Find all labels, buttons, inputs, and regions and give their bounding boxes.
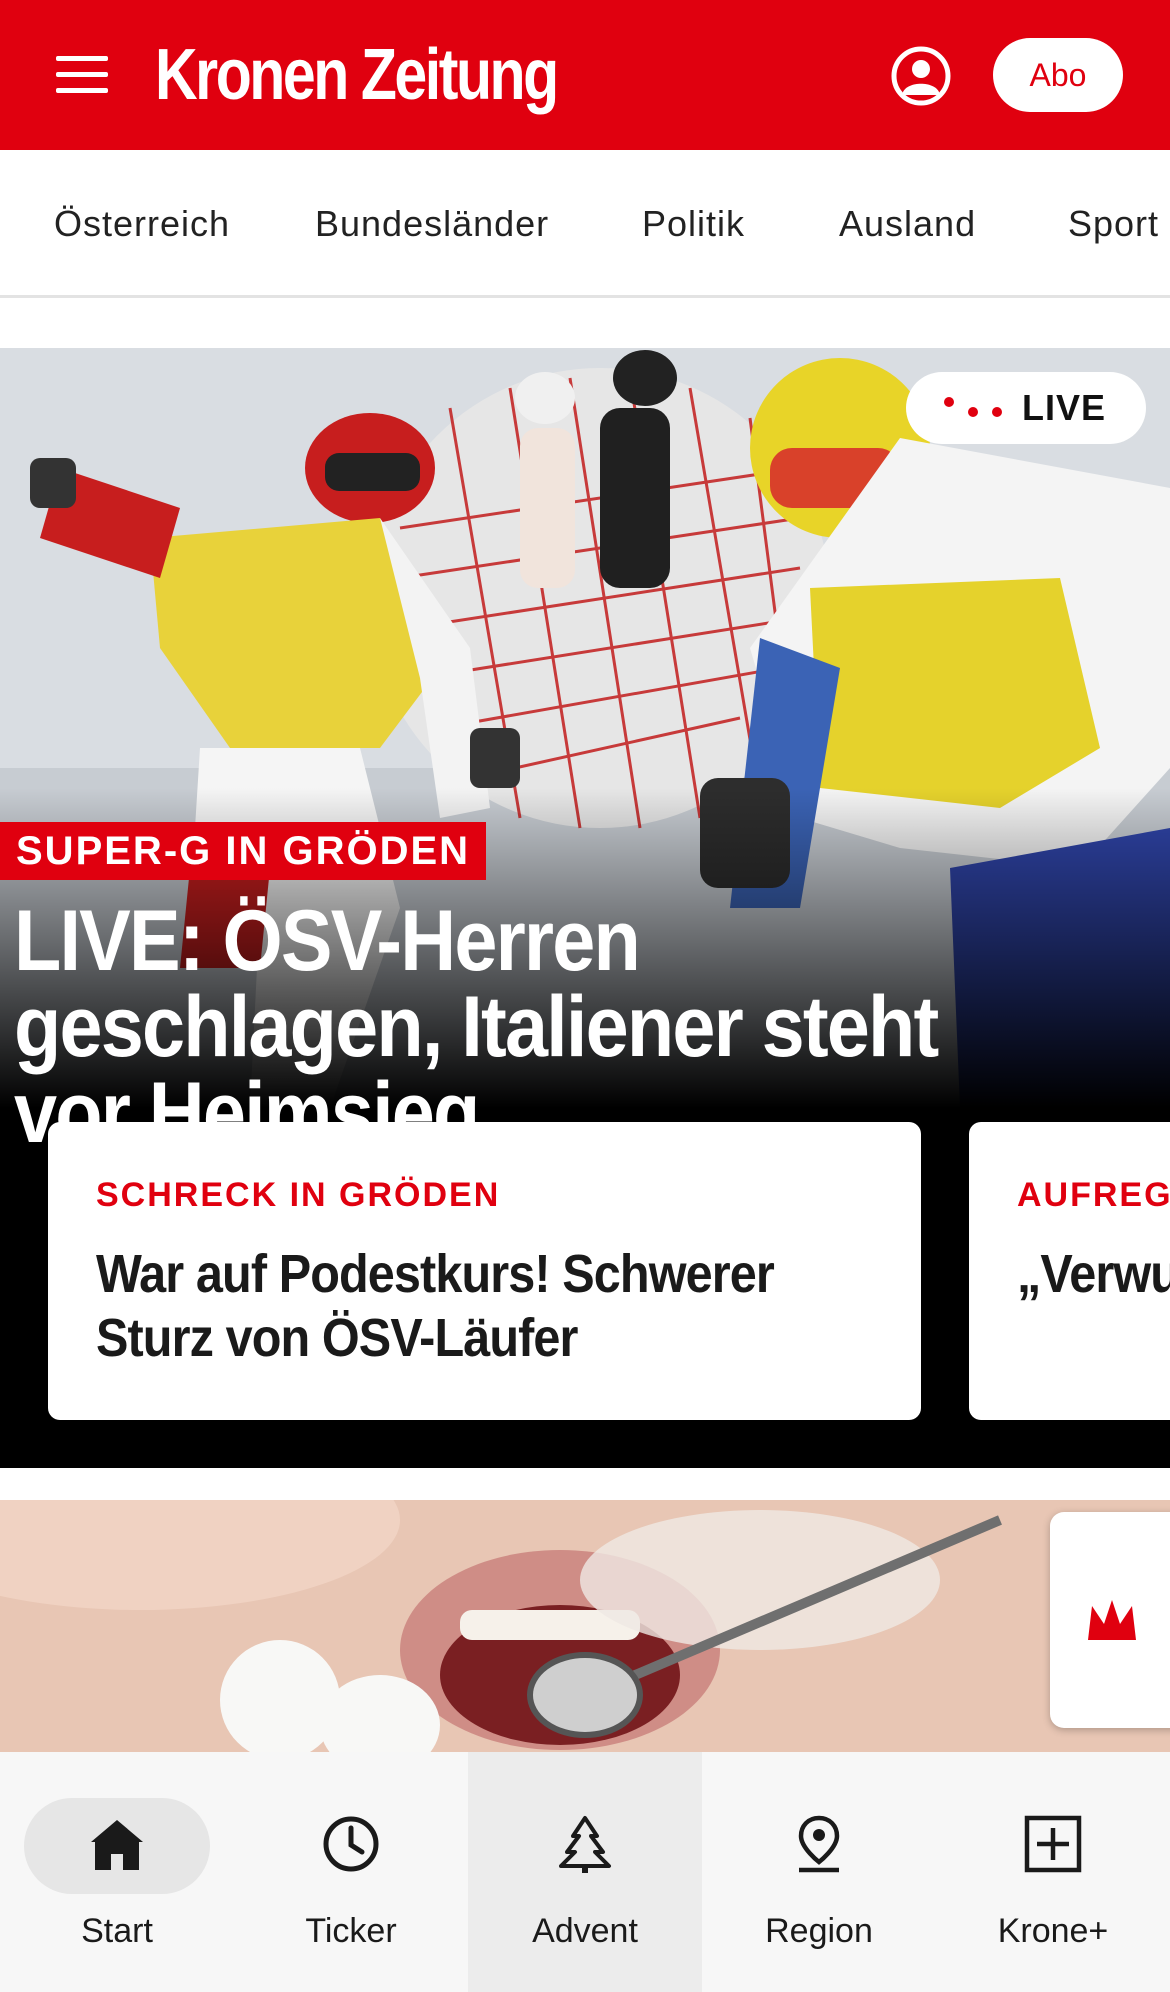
clock-icon xyxy=(323,1816,379,1872)
live-label: LIVE xyxy=(1022,387,1107,428)
nav-label: Start xyxy=(81,1912,153,1950)
user-icon xyxy=(891,46,951,106)
nav-ticker[interactable]: Ticker xyxy=(234,1752,468,1992)
category-oesterreich[interactable]: Österreich xyxy=(54,150,230,295)
category-politik[interactable]: Politik xyxy=(642,150,745,295)
app-header: Kronen Zeitung Abo xyxy=(0,0,1170,150)
card-kicker: SCHRECK IN GRÖDEN xyxy=(96,1176,501,1214)
hamburger-menu-button[interactable] xyxy=(50,50,120,100)
nav-start[interactable]: Start xyxy=(0,1752,234,1992)
dental-photo xyxy=(0,1500,1170,1752)
crown-icon xyxy=(1088,1600,1136,1640)
menu-icon-line xyxy=(56,72,108,77)
home-icon xyxy=(91,1820,143,1870)
bottom-navigation: Start Ticker Advent Region Krone+ xyxy=(0,1752,1170,1992)
nav-label: Krone+ xyxy=(997,1912,1109,1950)
location-pin-icon xyxy=(798,1815,840,1873)
nav-advent[interactable]: Advent xyxy=(468,1752,702,1992)
tree-icon xyxy=(559,1816,611,1873)
teaser-image[interactable] xyxy=(0,1500,1170,1752)
category-ausland[interactable]: Ausland xyxy=(839,150,976,295)
category-bundeslaender[interactable]: Bundesländer xyxy=(315,150,549,295)
category-nav: Österreich Bundesländer Politik Ausland … xyxy=(0,150,1170,298)
nav-label: Region xyxy=(765,1912,873,1950)
hero-section: LIVE SUPER-G IN GRÖDEN LIVE: ÖSV-Herren … xyxy=(0,348,1170,1468)
nav-label: Ticker xyxy=(305,1912,397,1950)
category-sport[interactable]: Sport xyxy=(1068,150,1159,295)
krone-plus-tab[interactable] xyxy=(1050,1512,1170,1728)
live-badge: LIVE xyxy=(906,372,1146,444)
nav-region[interactable]: Region xyxy=(702,1752,936,1992)
menu-icon-line xyxy=(56,88,108,93)
plus-box-icon xyxy=(1024,1815,1082,1873)
logo[interactable]: Kronen Zeitung xyxy=(155,30,559,120)
nav-label: Advent xyxy=(532,1912,638,1950)
live-dots-icon xyxy=(940,393,1010,423)
menu-icon xyxy=(56,56,108,61)
user-account-button[interactable] xyxy=(890,45,952,107)
card-title: War auf Podestkurs! Schwerer Sturz von Ö… xyxy=(96,1244,775,1368)
hero-kicker: SUPER-G IN GRÖDEN xyxy=(0,822,487,880)
story-card[interactable]: AUFREGU „Verwu Skifah xyxy=(969,1122,1170,1420)
abo-button[interactable]: Abo xyxy=(993,38,1123,112)
card-title: „Verwu Skifah xyxy=(1017,1244,1170,1304)
hero-headline[interactable]: LIVE: ÖSV-Herren geschlagen, Italiener s… xyxy=(14,898,1049,1156)
story-card[interactable]: SCHRECK IN GRÖDEN War auf Podestkurs! Sc… xyxy=(48,1122,921,1420)
nav-krone-plus[interactable]: Krone+ xyxy=(936,1752,1170,1992)
card-kicker: AUFREGU xyxy=(1017,1176,1170,1214)
